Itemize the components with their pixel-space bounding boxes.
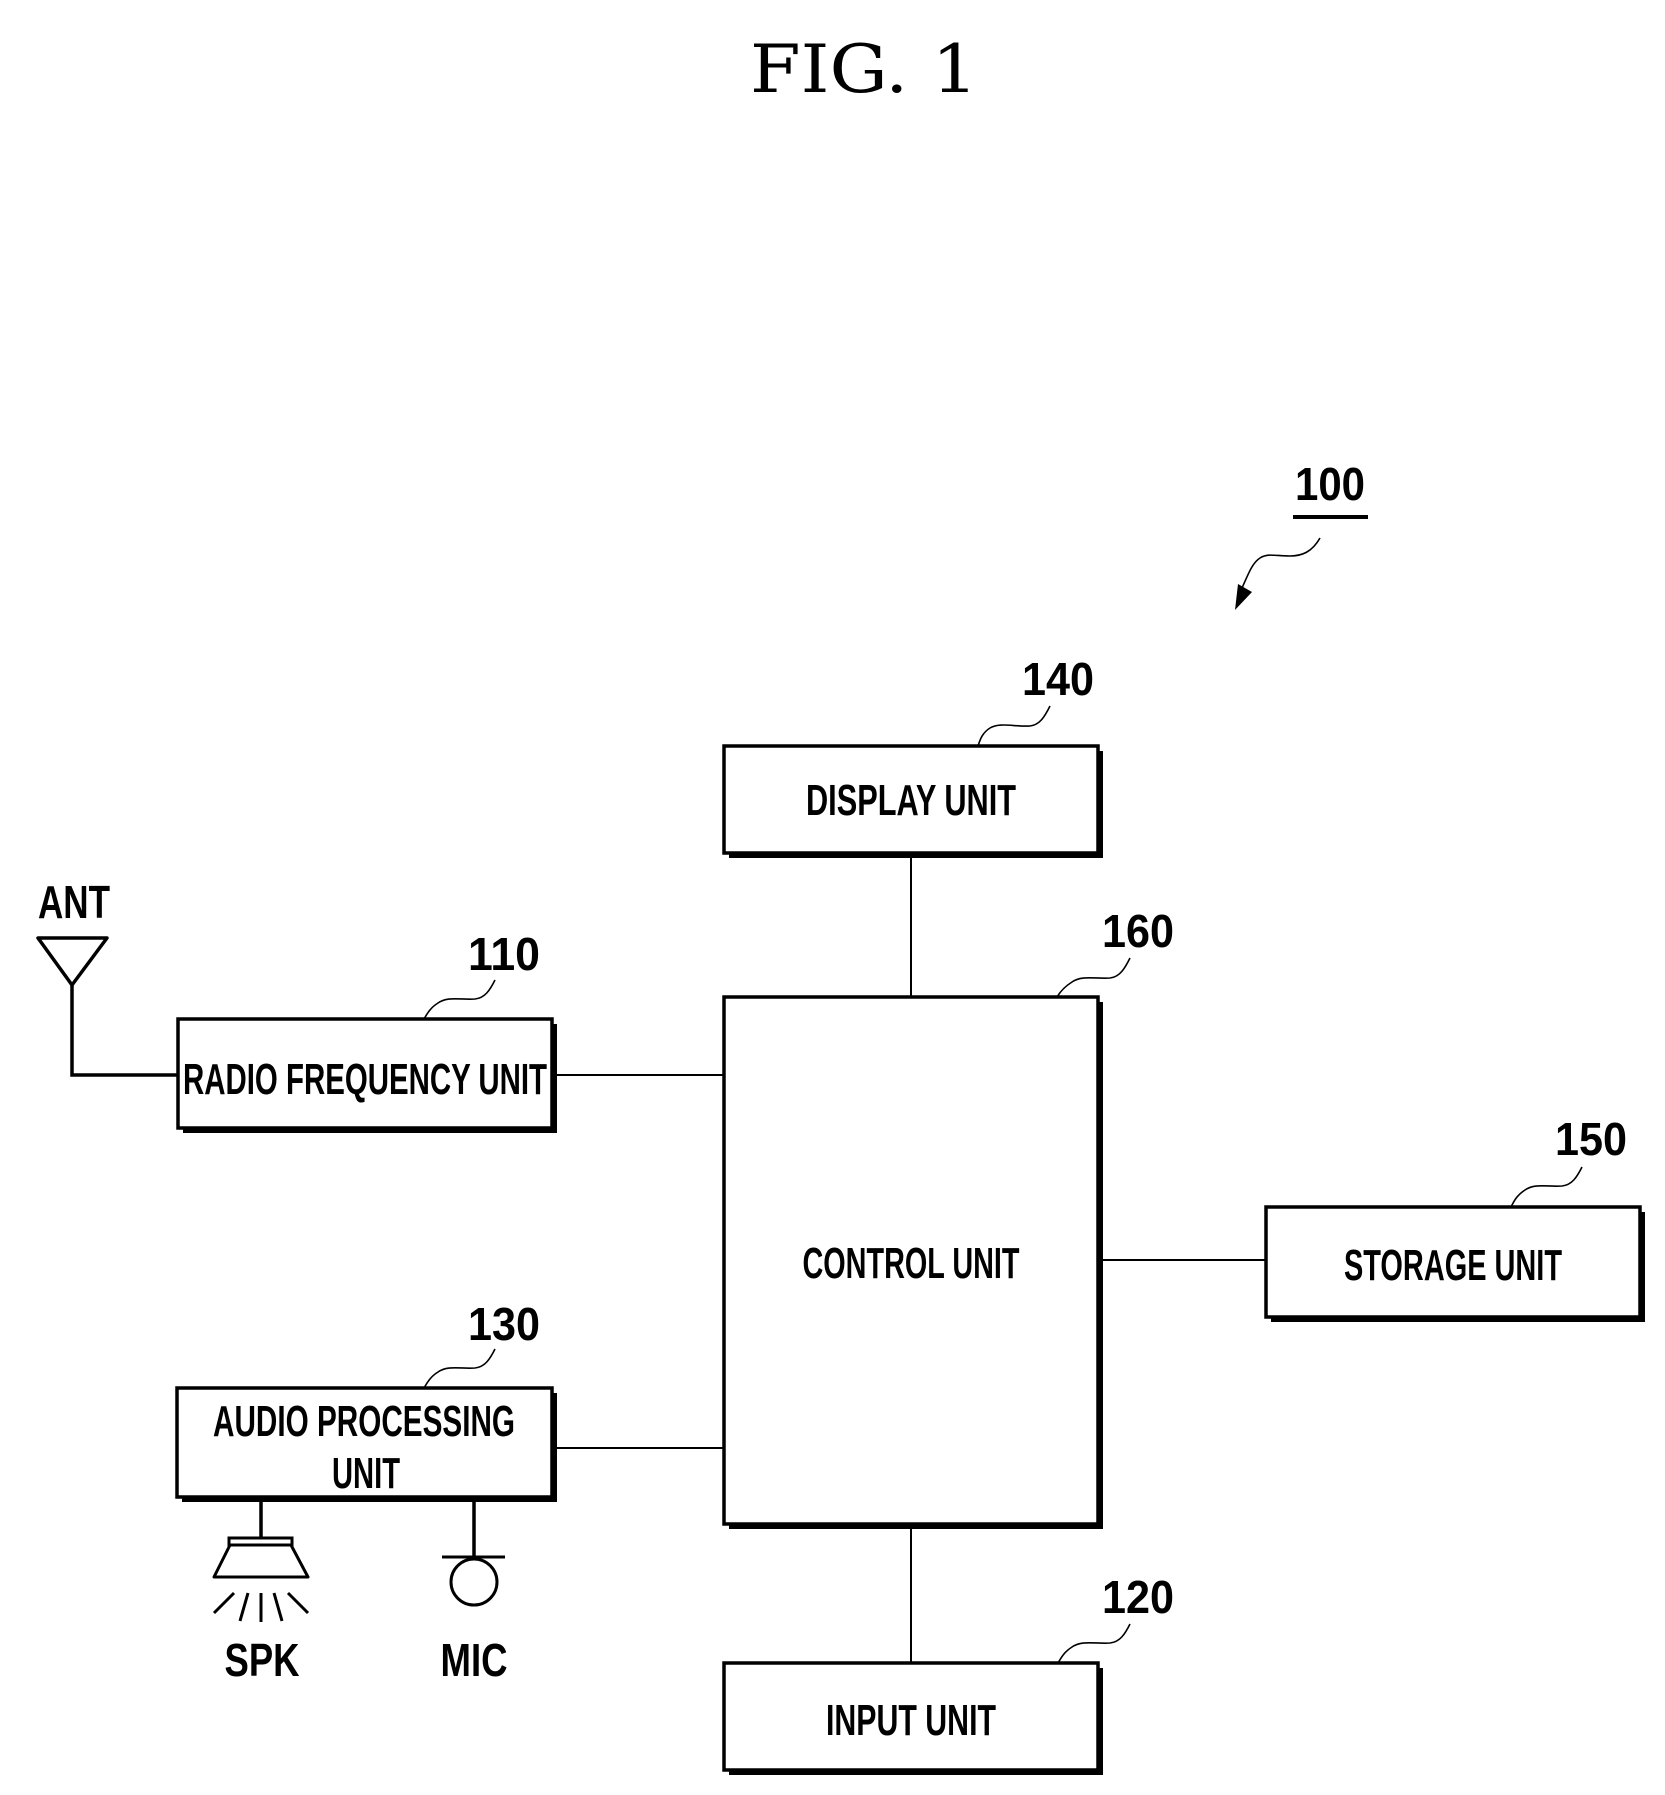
control-unit-leader: [1056, 957, 1131, 998]
radio-frequency-unit-leader: [423, 979, 496, 1020]
radio-frequency-unit-ref: 110: [468, 928, 540, 980]
antenna-icon: [36, 936, 109, 987]
display-unit-label: DISPLAY UNIT: [806, 776, 1016, 825]
display-unit-block: DISPLAY UNIT 140: [722, 653, 1103, 858]
control-unit-ref: 160: [1102, 905, 1174, 957]
audio-processing-unit-block: AUDIO PROCESSING UNIT 130: [175, 1298, 557, 1502]
device-reference: 100: [1235, 458, 1368, 610]
storage-unit-block: STORAGE UNIT 150: [1264, 1113, 1645, 1322]
radio-frequency-unit-block: RADIO FREQUENCY UNIT 110: [176, 928, 557, 1133]
display-unit-ref: 140: [1022, 653, 1094, 705]
figure-title: FIG. 1: [750, 31, 978, 108]
audio-processing-unit-leader: [423, 1348, 496, 1389]
antenna-label: ANT: [38, 876, 110, 928]
audio-processing-unit-label-line1: AUDIO PROCESSING: [213, 1397, 515, 1446]
microphone-icon: [442, 1555, 505, 1607]
storage-unit-label: STORAGE UNIT: [1344, 1241, 1562, 1290]
speaker-label: SPK: [225, 1634, 300, 1686]
audio-processing-unit-ref: 130: [468, 1298, 540, 1350]
block-diagram: FIG. 1 100 DISPLAY UNIT 140 CONTROL UNIT…: [36, 31, 1645, 1775]
microphone: MIC: [441, 1500, 508, 1686]
speaker: SPK: [212, 1500, 310, 1686]
arrowhead-icon: [1235, 584, 1252, 610]
storage-unit-ref: 150: [1555, 1113, 1627, 1165]
antenna-radio-link: [70, 985, 178, 1077]
audio-processing-unit-label-line2: UNIT: [332, 1449, 400, 1498]
control-unit-block: CONTROL UNIT 160: [722, 905, 1174, 1529]
input-unit-label: INPUT UNIT: [826, 1696, 996, 1745]
display-unit-leader: [977, 705, 1051, 747]
antenna: ANT: [36, 876, 110, 987]
microphone-label: MIC: [441, 1634, 508, 1686]
input-unit-block: INPUT UNIT 120: [722, 1571, 1174, 1775]
radio-frequency-unit-label: RADIO FREQUENCY UNIT: [183, 1055, 547, 1104]
speaker-icon: [212, 1536, 310, 1622]
control-unit-label: CONTROL UNIT: [803, 1239, 1020, 1288]
device-ref-number: 100: [1295, 458, 1365, 510]
device-ref-leader: [1241, 537, 1321, 589]
input-unit-ref: 120: [1102, 1571, 1174, 1623]
input-unit-leader: [1057, 1623, 1131, 1664]
storage-unit-leader: [1510, 1166, 1583, 1208]
